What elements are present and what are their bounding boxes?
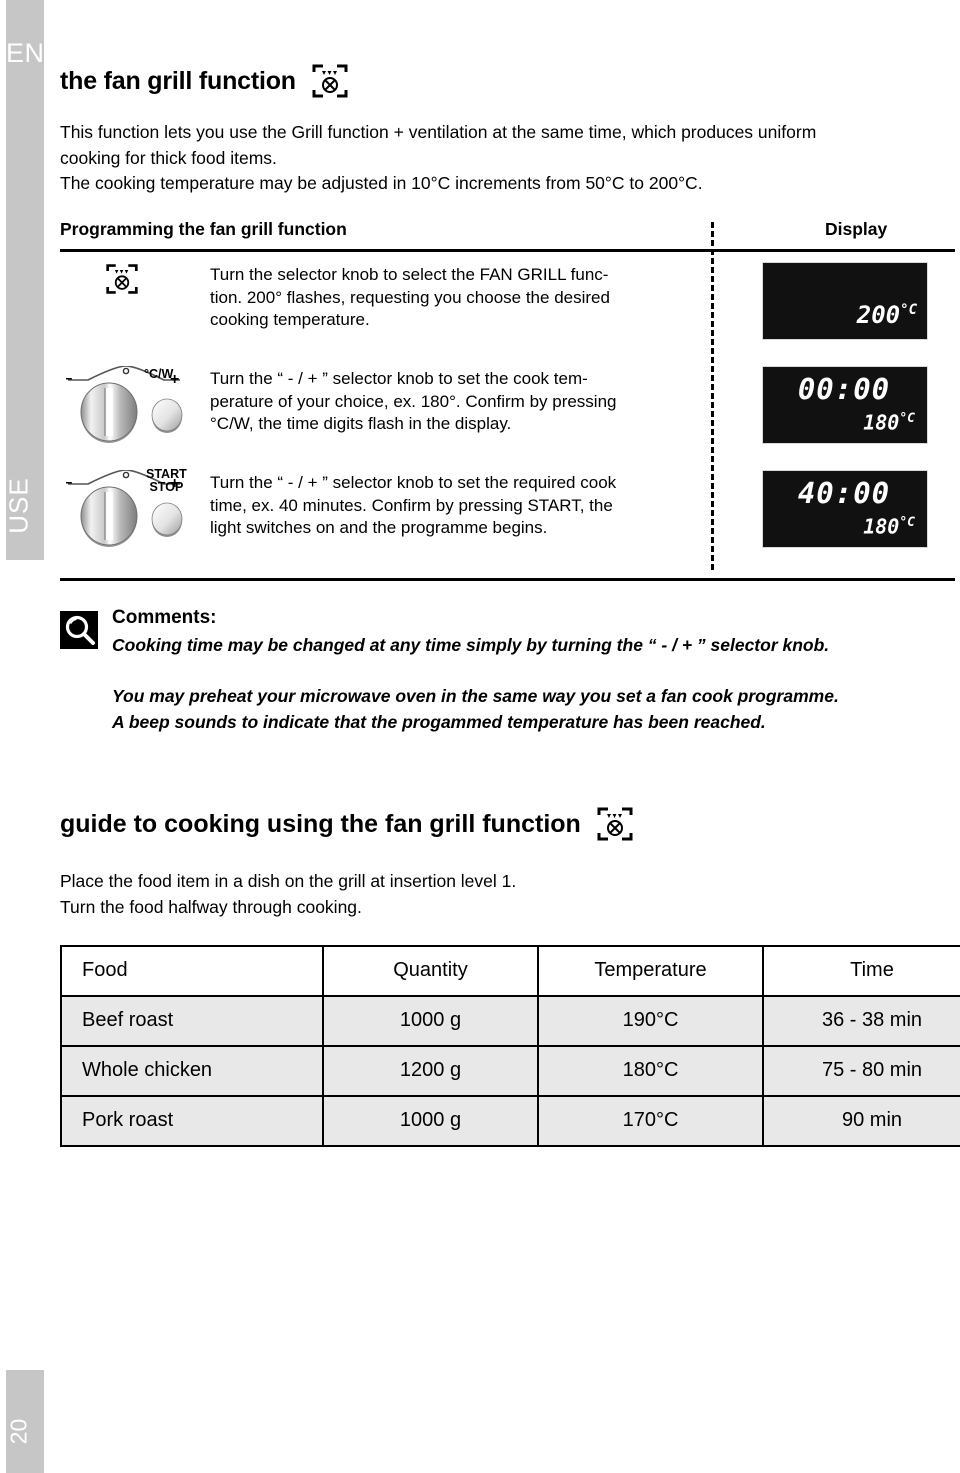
lcd-temperature-unit: °C <box>899 515 915 531</box>
guide-note-line: Place the food item in a dish on the gri… <box>60 871 517 892</box>
steps-bottom-rule <box>60 578 955 582</box>
step-line: time, ex. 40 minutes. Confirm by pressin… <box>210 495 613 515</box>
step-instruction-3: Turn the “ - / + ” selector knob to set … <box>210 466 700 540</box>
confirm-button[interactable] <box>150 396 184 436</box>
step-control-2: – + <box>60 362 210 462</box>
step-row: Turn the selector knob to select the FAN… <box>60 258 955 362</box>
step-line: Turn the “ - / + ” selector knob to set … <box>210 369 588 389</box>
comments-block: Comments: Cooking time may be changed at… <box>60 607 955 735</box>
step-line: cooking temperature. <box>210 310 370 330</box>
step-display-3: 40:00 180°C <box>762 466 934 549</box>
start-stop-button[interactable] <box>150 500 184 540</box>
svg-text:–: – <box>66 370 72 386</box>
lcd-temperature: 200°C <box>857 301 917 329</box>
intro-line-3: The cooking temperature may be adjusted … <box>60 173 703 194</box>
lcd-time: 40:00 <box>797 476 891 511</box>
cell-time: 90 min <box>762 1094 960 1147</box>
step-instruction-1: Turn the selector knob to select the FAN… <box>210 258 700 332</box>
page-title-row: the fan grill function <box>60 62 955 100</box>
lcd-temperature-value: 180 <box>863 410 900 435</box>
column-header-temperature: Temperature <box>537 944 764 997</box>
fan-grill-icon <box>310 62 350 100</box>
confirm-button-label: °C/W <box>144 367 174 382</box>
cooking-guide-table: Food Quantity Temperature Time Beef roas… <box>60 944 960 1147</box>
comments-line: You may preheat your microwave oven in t… <box>112 686 839 707</box>
svg-text:–: – <box>66 474 72 490</box>
page-number: 20 <box>5 1418 32 1445</box>
programming-steps: Turn the selector knob to select the FAN… <box>60 222 955 571</box>
step-line: tion. 200° flashes, requesting you choos… <box>210 287 610 307</box>
step-row: – + <box>60 362 955 466</box>
table-row: Whole chicken 1200 g 180°C 75 - 80 min <box>60 1044 960 1097</box>
page-content: the fan grill function This function let… <box>60 0 960 1147</box>
cell-temperature: 180°C <box>537 1044 764 1097</box>
cell-time: 36 - 38 min <box>762 994 960 1047</box>
step-line: Turn the selector knob to select the FAN… <box>210 265 609 285</box>
lcd-panel: 00:00 180°C <box>762 366 928 445</box>
step-control-3: – + START STOP <box>60 466 210 566</box>
cell-food: Whole chicken <box>60 1044 324 1097</box>
guide-title: guide to cooking using the fan grill fun… <box>60 809 581 838</box>
column-header-quantity: Quantity <box>322 944 539 997</box>
cell-food: Beef roast <box>60 994 324 1047</box>
programming-header: Programming the fan grill function Displ… <box>60 219 955 249</box>
step-display-2: 00:00 180°C <box>762 362 934 445</box>
lcd-panel: 200°C <box>762 262 928 341</box>
language-label: EN <box>6 38 45 68</box>
step-instruction-2: Turn the “ - / + ” selector knob to set … <box>210 362 700 436</box>
cell-temperature: 170°C <box>537 1094 764 1147</box>
comments-line: Cooking time may be changed at any time … <box>112 635 830 656</box>
cell-food: Pork roast <box>60 1094 324 1147</box>
step-control-1 <box>60 258 210 358</box>
comments-rest: You may preheat your microwave oven in t… <box>112 684 955 735</box>
fan-grill-icon <box>595 805 635 843</box>
step-line: °C/W, the time digits flash in the displ… <box>210 414 512 434</box>
cell-temperature: 190°C <box>537 994 764 1047</box>
fan-grill-icon <box>104 262 140 301</box>
lcd-temperature: 180°C <box>771 412 917 433</box>
cell-time: 75 - 80 min <box>762 1044 960 1097</box>
lcd-panel: 40:00 180°C <box>762 470 928 549</box>
selector-knob[interactable] <box>78 382 140 444</box>
guide-note-line: Turn the food halfway through cooking. <box>60 897 362 918</box>
cell-quantity: 1000 g <box>322 1094 539 1147</box>
intro-line-1: This function lets you use the Grill fun… <box>60 122 817 142</box>
step-line: perature of your choice, ex. 180°. Confi… <box>210 391 617 411</box>
lcd-temperature: 180°C <box>771 516 917 537</box>
page-title: the fan grill function <box>60 66 296 95</box>
magnifier-icon <box>60 611 98 650</box>
start-stop-button-label: START STOP <box>146 468 187 494</box>
column-header-food: Food <box>60 944 324 997</box>
comments-title: Comments: <box>112 607 217 629</box>
stop-label: STOP <box>149 480 184 495</box>
guide-title-row: guide to cooking using the fan grill fun… <box>60 805 955 843</box>
table-row: Pork roast 1000 g 170°C 90 min <box>60 1094 960 1147</box>
lcd-temperature-value: 180 <box>863 514 900 539</box>
section-label-use: USE <box>3 477 34 534</box>
step-display-1: 200°C <box>762 258 934 341</box>
step-line: Turn the “ - / + ” selector knob to set … <box>210 473 617 493</box>
intro-line-2: cooking for thick food items. <box>60 147 277 168</box>
comments-line: A beep sounds to indicate that the proga… <box>112 711 766 732</box>
guide-note: Place the food item in a dish on the gri… <box>60 869 955 920</box>
lcd-temperature-unit: °C <box>900 302 917 319</box>
cell-quantity: 1200 g <box>322 1044 539 1097</box>
selector-knob[interactable] <box>78 486 140 548</box>
lcd-temperature-unit: °C <box>899 411 915 427</box>
step-line: light switches on and the programme begi… <box>210 518 548 538</box>
step-row: – + START STOP <box>60 466 955 570</box>
cell-quantity: 1000 g <box>322 994 539 1047</box>
programming-header-left: Programming the fan grill function <box>60 219 347 240</box>
column-header-time: Time <box>762 944 960 997</box>
table-row: Beef roast 1000 g 190°C 36 - 38 min <box>60 994 960 1047</box>
table-header-row: Food Quantity Temperature Time <box>60 944 960 997</box>
lcd-temperature-value: 200 <box>856 301 901 330</box>
intro-paragraph: This function lets you use the Grill fun… <box>60 120 900 197</box>
programming-header-right: Display <box>825 219 888 240</box>
lcd-time: 00:00 <box>797 372 891 407</box>
